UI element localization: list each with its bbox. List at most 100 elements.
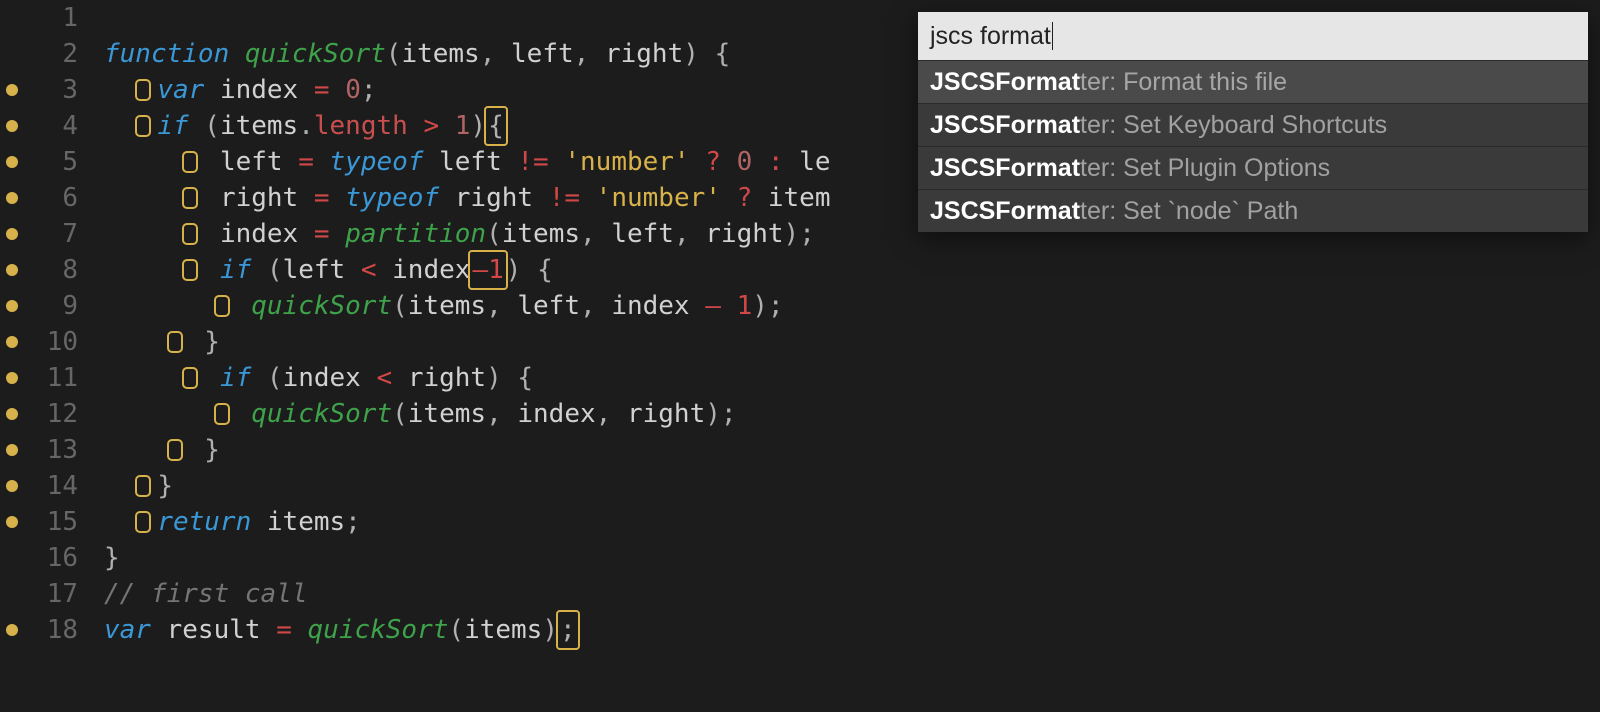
- comma: ,: [580, 288, 596, 324]
- number: 1: [488, 255, 504, 285]
- keyword: if: [157, 108, 188, 144]
- command-palette-item[interactable]: JSCSFormatter: Set Keyboard Shortcuts: [918, 103, 1588, 146]
- command-palette-item[interactable]: JSCSFormatter: Set Plugin Options: [918, 146, 1588, 189]
- semi-highlight: ;: [556, 610, 580, 650]
- ident: items: [401, 36, 479, 72]
- paren: ): [683, 36, 699, 72]
- op: :: [768, 144, 784, 180]
- ident: right: [627, 396, 705, 432]
- gutter-row: 3: [0, 72, 78, 108]
- gutter-row: 17: [0, 576, 78, 612]
- line-number: 4: [38, 108, 78, 144]
- op: –: [705, 288, 721, 324]
- highlight: –1: [468, 250, 507, 290]
- code-line: if ( index < right ) {: [104, 360, 1600, 396]
- fn-name: quickSort: [251, 396, 392, 432]
- line-number: 8: [38, 252, 78, 288]
- paren: (: [392, 288, 408, 324]
- fold-icon[interactable]: [135, 511, 151, 533]
- semi: ;: [721, 396, 737, 432]
- command-palette-item[interactable]: JSCSFormatter: Set `node` Path: [918, 189, 1588, 232]
- op: ?: [737, 180, 753, 216]
- palette-item-match: JSCSFormat: [930, 67, 1080, 97]
- line-number: 13: [38, 432, 78, 468]
- paren: (: [267, 252, 283, 288]
- ident: le: [799, 144, 830, 180]
- fold-icon[interactable]: [182, 223, 198, 245]
- ident: items: [464, 612, 542, 648]
- op: >: [423, 108, 439, 144]
- code-line: }: [104, 324, 1600, 360]
- code-line: if ( left < index –1 ) {: [104, 252, 1600, 288]
- palette-item-rest: ter: Set Plugin Options: [1080, 153, 1330, 183]
- command-palette[interactable]: jscs format JSCSFormatter: Format this f…: [918, 12, 1588, 232]
- gutter-row: 13: [0, 432, 78, 468]
- palette-item-match: JSCSFormat: [930, 153, 1080, 183]
- fold-icon[interactable]: [167, 439, 183, 461]
- brace: }: [204, 432, 220, 468]
- fold-icon[interactable]: [182, 259, 198, 281]
- ident: index: [283, 360, 361, 396]
- modified-dot-icon: [6, 516, 18, 528]
- paren: (: [204, 108, 220, 144]
- keyword: var: [104, 612, 151, 648]
- palette-item-rest: ter: Format this file: [1080, 67, 1287, 97]
- brace: }: [204, 324, 220, 360]
- line-number: 6: [38, 180, 78, 216]
- keyword: return: [157, 504, 251, 540]
- fold-icon[interactable]: [214, 295, 230, 317]
- op: !=: [549, 180, 580, 216]
- fold-icon[interactable]: [182, 367, 198, 389]
- paren: ): [506, 252, 522, 288]
- op: <: [361, 252, 377, 288]
- line-number: 11: [38, 360, 78, 396]
- line-number: 3: [38, 72, 78, 108]
- ident: result: [167, 612, 261, 648]
- fold-icon[interactable]: [182, 151, 198, 173]
- comment: // first call: [104, 576, 308, 612]
- code-line: }: [104, 432, 1600, 468]
- gutter-row: 10: [0, 324, 78, 360]
- number: 0: [737, 144, 753, 180]
- ident: right: [705, 216, 783, 252]
- ident: left: [511, 36, 574, 72]
- palette-item-rest: ter: Set Keyboard Shortcuts: [1080, 110, 1387, 140]
- op: !=: [517, 144, 548, 180]
- ident: right: [605, 36, 683, 72]
- ident: items: [502, 216, 580, 252]
- keyword: function: [104, 36, 229, 72]
- comma: ,: [674, 216, 690, 252]
- line-number: 17: [38, 576, 78, 612]
- gutter-row: 16: [0, 540, 78, 576]
- semi: ;: [768, 288, 784, 324]
- command-palette-input[interactable]: jscs format: [918, 12, 1588, 60]
- line-number: 14: [38, 468, 78, 504]
- modified-dot-icon: [6, 228, 18, 240]
- ident: left: [517, 288, 580, 324]
- number: 1: [737, 288, 753, 324]
- op: =: [314, 180, 330, 216]
- modified-dot-icon: [6, 444, 18, 456]
- fold-icon[interactable]: [135, 79, 151, 101]
- op: ?: [705, 144, 721, 180]
- gutter-row: 8: [0, 252, 78, 288]
- modified-dot-icon: [6, 84, 18, 96]
- paren: (: [448, 612, 464, 648]
- text-caret-icon: [1052, 22, 1053, 50]
- command-palette-item[interactable]: JSCSFormatter: Format this file: [918, 60, 1588, 103]
- fold-icon[interactable]: [182, 187, 198, 209]
- modified-dot-icon: [6, 480, 18, 492]
- modified-dot-icon: [6, 624, 18, 636]
- fold-icon[interactable]: [135, 115, 151, 137]
- fold-icon[interactable]: [214, 403, 230, 425]
- comma: ,: [580, 216, 596, 252]
- ident: items: [267, 504, 345, 540]
- paren: ): [705, 396, 721, 432]
- fold-icon[interactable]: [167, 331, 183, 353]
- op: –: [472, 255, 488, 285]
- fold-icon[interactable]: [135, 475, 151, 497]
- dot: .: [298, 108, 314, 144]
- code-line: quickSort ( items , index , right ) ;: [104, 396, 1600, 432]
- op: <: [377, 360, 393, 396]
- modified-dot-icon: [6, 120, 18, 132]
